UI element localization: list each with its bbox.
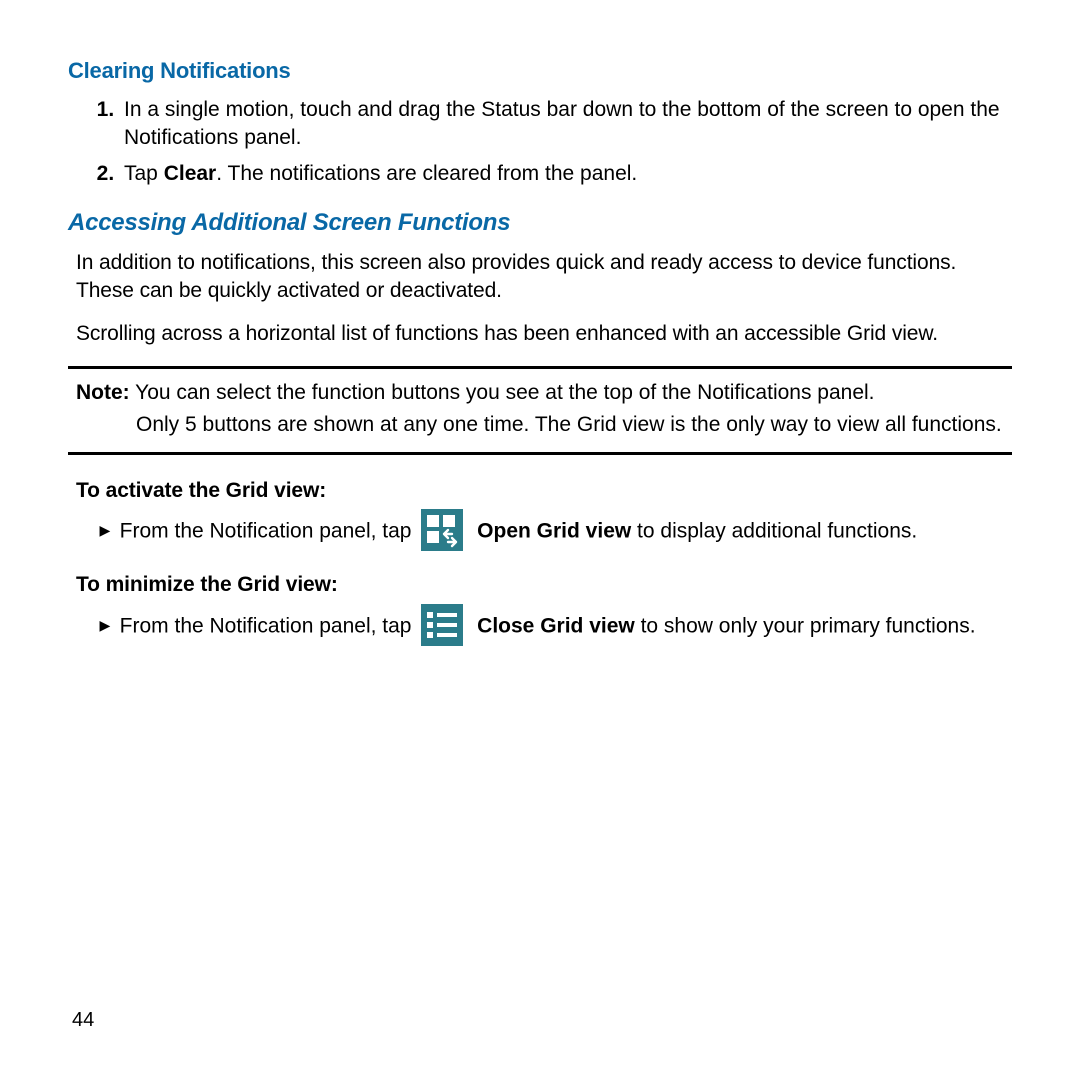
step-2: Tap Clear. The notifications are cleared… <box>120 160 1012 188</box>
note-block: Note: You can select the function button… <box>68 366 1012 455</box>
clearing-steps-list: In a single motion, touch and drag the S… <box>68 96 1012 189</box>
page-number: 44 <box>72 1007 94 1034</box>
note-label: Note: <box>76 381 130 404</box>
accessing-para-1: In addition to notifications, this scree… <box>76 249 1012 306</box>
step-1: In a single motion, touch and drag the S… <box>120 96 1012 153</box>
step-2-text-before: Tap <box>124 162 164 185</box>
activate-grid-row: ► From the Notification panel, tap Open … <box>96 511 1012 553</box>
activate-before: From the Notification panel, tap <box>114 520 418 543</box>
minimize-after: to show only your primary functions. <box>635 614 976 637</box>
activate-after: to display additional functions. <box>631 520 917 543</box>
arrow-icon: ► <box>96 615 114 635</box>
open-grid-view-icon <box>421 509 463 551</box>
section-heading-accessing: Accessing Additional Screen Functions <box>68 207 1012 239</box>
step-2-bold: Clear <box>164 162 217 185</box>
section-heading-clearing: Clearing Notifications <box>68 56 1012 86</box>
minimize-bold: Close Grid view <box>477 614 635 637</box>
note-line-2: Only 5 buttons are shown at any one time… <box>136 411 1012 439</box>
note-line-1: You can select the function buttons you … <box>130 381 875 404</box>
minimize-grid-row: ► From the Notification panel, tap Close… <box>96 606 1012 648</box>
step-2-text-after: . The notifications are cleared from the… <box>216 162 637 185</box>
accessing-para-2: Scrolling across a horizontal list of fu… <box>76 320 1012 348</box>
step-1-text: In a single motion, touch and drag the S… <box>124 98 1000 149</box>
minimize-grid-heading: To minimize the Grid view: <box>76 571 1012 599</box>
activate-grid-heading: To activate the Grid view: <box>76 477 1012 505</box>
minimize-before: From the Notification panel, tap <box>114 614 418 637</box>
activate-bold: Open Grid view <box>477 520 631 543</box>
arrow-icon: ► <box>96 521 114 541</box>
close-grid-view-icon <box>421 604 463 646</box>
